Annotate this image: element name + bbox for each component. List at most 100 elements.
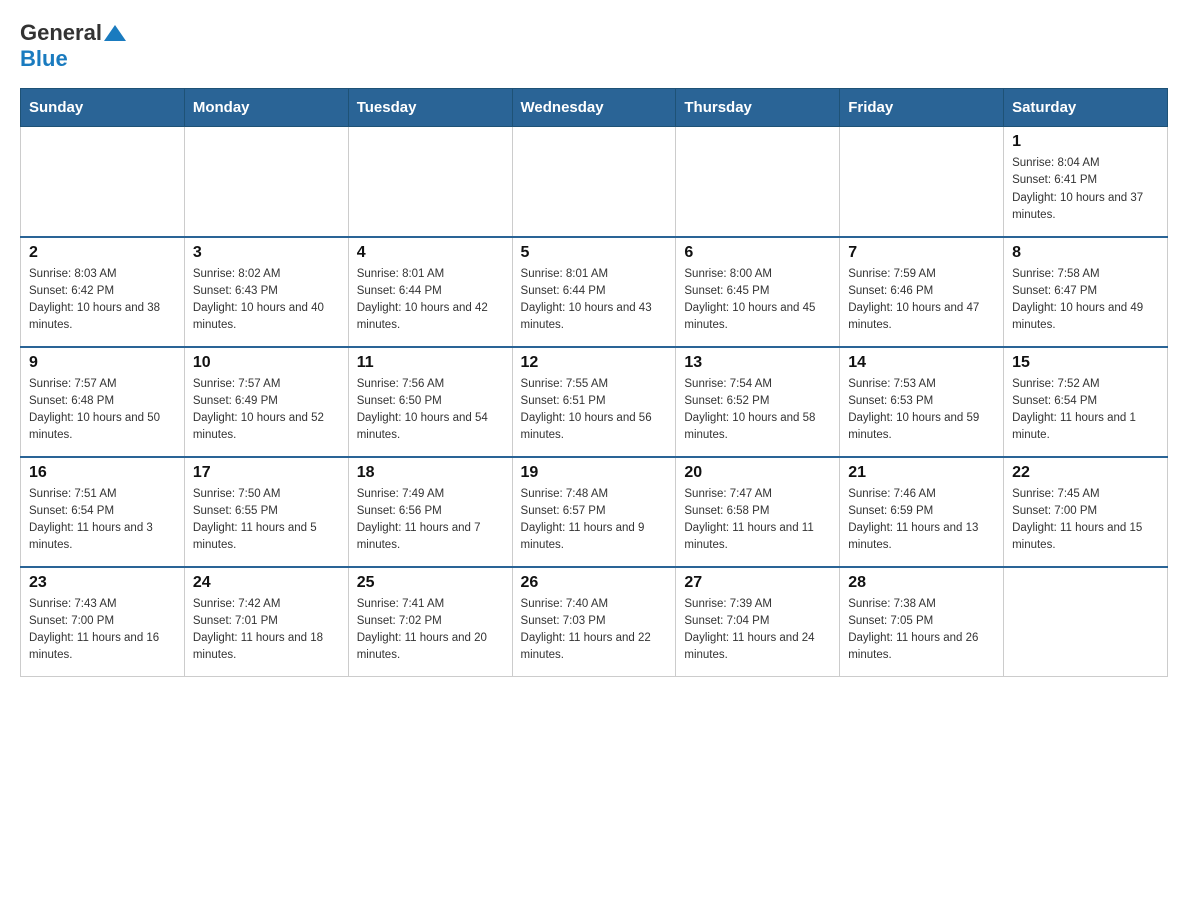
daylight-text: Daylight: 10 hours and 50 minutes.: [29, 410, 176, 445]
calendar-cell: 26Sunrise: 7:40 AMSunset: 7:03 PMDayligh…: [512, 567, 676, 677]
calendar-week-4: 16Sunrise: 7:51 AMSunset: 6:54 PMDayligh…: [21, 457, 1168, 567]
sunrise-text: Sunrise: 7:52 AM: [1012, 376, 1159, 393]
sunrise-text: Sunrise: 8:01 AM: [357, 266, 504, 283]
sunrise-text: Sunrise: 7:57 AM: [193, 376, 340, 393]
sunrise-text: Sunrise: 7:38 AM: [848, 596, 995, 613]
calendar-cell: 27Sunrise: 7:39 AMSunset: 7:04 PMDayligh…: [676, 567, 840, 677]
sunset-text: Sunset: 6:45 PM: [684, 283, 831, 300]
daylight-text: Daylight: 11 hours and 9 minutes.: [521, 520, 668, 555]
sunrise-text: Sunrise: 7:46 AM: [848, 486, 995, 503]
day-info: Sunrise: 8:04 AMSunset: 6:41 PMDaylight:…: [1012, 155, 1159, 224]
day-number: 5: [521, 244, 668, 262]
calendar-cell: 10 Sunrise: 7:57 AMSunset: 6:49 PMDayligh…: [184, 347, 348, 457]
sunrise-text: Sunrise: 7:51 AM: [29, 486, 176, 503]
day-number: 12: [521, 354, 668, 372]
day-info: Sunrise: 7:42 AMSunset: 7:01 PMDaylight:…: [193, 596, 340, 665]
calendar-cell: 18Sunrise: 7:49 AMSunset: 6:56 PMDayligh…: [348, 457, 512, 567]
daylight-text: Daylight: 11 hours and 7 minutes.: [357, 520, 504, 555]
sunrise-text: Sunrise: 7:56 AM: [357, 376, 504, 393]
daylight-text: Daylight: 10 hours and 56 minutes.: [521, 410, 668, 445]
calendar-cell: 15Sunrise: 7:52 AMSunset: 6:54 PMDayligh…: [1004, 347, 1168, 457]
calendar-cell: 19Sunrise: 7:48 AMSunset: 6:57 PMDayligh…: [512, 457, 676, 567]
sunset-text: Sunset: 7:05 PM: [848, 613, 995, 630]
day-number: 22: [1012, 464, 1159, 482]
sunset-text: Sunset: 7:01 PM: [193, 613, 340, 630]
calendar-cell: 17 Sunrise: 7:50 AMSunset: 6:55 PMDayligh…: [184, 457, 348, 567]
day-number: 24: [193, 574, 340, 592]
day-number: 16: [29, 464, 176, 482]
day-number: 8: [1012, 244, 1159, 262]
calendar-cell: 14 Sunrise: 7:53 AMSunset: 6:53 PMDayligh…: [840, 347, 1004, 457]
page-header: General Blue: [20, 20, 1168, 72]
logo-general-text: General: [20, 20, 102, 46]
sunset-text: Sunset: 6:54 PM: [29, 503, 176, 520]
daylight-text: Daylight: 10 hours and 43 minutes.: [521, 300, 668, 335]
day-info: Sunrise: 7:50 AMSunset: 6:55 PMDaylight:…: [193, 486, 340, 555]
calendar-cell: 23Sunrise: 7:43 AMSunset: 7:00 PMDayligh…: [21, 567, 185, 677]
day-info: Sunrise: 7:59 AMSunset: 6:46 PMDaylight:…: [848, 266, 995, 335]
calendar-cell: 12Sunrise: 7:55 AMSunset: 6:51 PMDayligh…: [512, 347, 676, 457]
day-number: 10: [193, 354, 340, 372]
sunset-text: Sunset: 6:50 PM: [357, 393, 504, 410]
calendar-cell: [512, 127, 676, 237]
day-info: Sunrise: 7:41 AMSunset: 7:02 PMDaylight:…: [357, 596, 504, 665]
sunrise-text: Sunrise: 7:40 AM: [521, 596, 668, 613]
sunrise-text: Sunrise: 8:02 AM: [193, 266, 340, 283]
day-number: 11: [357, 354, 504, 372]
daylight-text: Daylight: 10 hours and 40 minutes.: [193, 300, 340, 335]
sunset-text: Sunset: 6:43 PM: [193, 283, 340, 300]
sunrise-text: Sunrise: 7:39 AM: [684, 596, 831, 613]
sunrise-text: Sunrise: 7:54 AM: [684, 376, 831, 393]
calendar-cell: 8Sunrise: 7:58 AMSunset: 6:47 PMDaylight…: [1004, 237, 1168, 347]
daylight-text: Daylight: 10 hours and 38 minutes.: [29, 300, 176, 335]
sunset-text: Sunset: 6:44 PM: [357, 283, 504, 300]
daylight-text: Daylight: 11 hours and 16 minutes.: [29, 630, 176, 665]
day-info: Sunrise: 7:49 AMSunset: 6:56 PMDaylight:…: [357, 486, 504, 555]
sunrise-text: Sunrise: 7:50 AM: [193, 486, 340, 503]
day-number: 17: [193, 464, 340, 482]
daylight-text: Daylight: 11 hours and 11 minutes.: [684, 520, 831, 555]
calendar-cell: 13Sunrise: 7:54 AMSunset: 6:52 PMDayligh…: [676, 347, 840, 457]
weekday-header-tuesday: Tuesday: [348, 89, 512, 127]
logo-flag-icon: [104, 23, 126, 45]
day-info: Sunrise: 7:48 AMSunset: 6:57 PMDaylight:…: [521, 486, 668, 555]
day-info: Sunrise: 8:01 AMSunset: 6:44 PMDaylight:…: [521, 266, 668, 335]
sunset-text: Sunset: 6:42 PM: [29, 283, 176, 300]
sunset-text: Sunset: 6:44 PM: [521, 283, 668, 300]
day-number: 4: [357, 244, 504, 262]
day-info: Sunrise: 7:53 AMSunset: 6:53 PMDaylight:…: [848, 376, 995, 445]
sunset-text: Sunset: 6:57 PM: [521, 503, 668, 520]
calendar-cell: 11 Sunrise: 7:56 AMSunset: 6:50 PMDayligh…: [348, 347, 512, 457]
weekday-header-friday: Friday: [840, 89, 1004, 127]
sunrise-text: Sunrise: 8:01 AM: [521, 266, 668, 283]
calendar-cell: 22Sunrise: 7:45 AMSunset: 7:00 PMDayligh…: [1004, 457, 1168, 567]
day-info: Sunrise: 8:00 AMSunset: 6:45 PMDaylight:…: [684, 266, 831, 335]
day-info: Sunrise: 7:39 AMSunset: 7:04 PMDaylight:…: [684, 596, 831, 665]
logo: General Blue: [20, 20, 126, 72]
calendar-cell: 3Sunrise: 8:02 AMSunset: 6:43 PMDaylight…: [184, 237, 348, 347]
daylight-text: Daylight: 11 hours and 15 minutes.: [1012, 520, 1159, 555]
day-info: Sunrise: 7:57 AMSunset: 6:49 PMDaylight:…: [193, 376, 340, 445]
sunrise-text: Sunrise: 7:53 AM: [848, 376, 995, 393]
calendar-cell: 21Sunrise: 7:46 AMSunset: 6:59 PMDayligh…: [840, 457, 1004, 567]
calendar-cell: [21, 127, 185, 237]
weekday-header-sunday: Sunday: [21, 89, 185, 127]
calendar-week-2: 2Sunrise: 8:03 AMSunset: 6:42 PMDaylight…: [21, 237, 1168, 347]
sunset-text: Sunset: 7:00 PM: [29, 613, 176, 630]
daylight-text: Daylight: 11 hours and 26 minutes.: [848, 630, 995, 665]
calendar-cell: [840, 127, 1004, 237]
day-info: Sunrise: 7:56 AMSunset: 6:50 PMDaylight:…: [357, 376, 504, 445]
calendar-cell: 4Sunrise: 8:01 AMSunset: 6:44 PMDaylight…: [348, 237, 512, 347]
day-number: 25: [357, 574, 504, 592]
day-info: Sunrise: 8:02 AMSunset: 6:43 PMDaylight:…: [193, 266, 340, 335]
sunrise-text: Sunrise: 8:00 AM: [684, 266, 831, 283]
sunset-text: Sunset: 7:04 PM: [684, 613, 831, 630]
day-number: 14: [848, 354, 995, 372]
sunset-text: Sunset: 6:52 PM: [684, 393, 831, 410]
sunrise-text: Sunrise: 8:04 AM: [1012, 155, 1159, 172]
daylight-text: Daylight: 11 hours and 24 minutes.: [684, 630, 831, 665]
sunset-text: Sunset: 6:58 PM: [684, 503, 831, 520]
day-info: Sunrise: 7:52 AMSunset: 6:54 PMDaylight:…: [1012, 376, 1159, 445]
daylight-text: Daylight: 11 hours and 3 minutes.: [29, 520, 176, 555]
calendar-cell: 2Sunrise: 8:03 AMSunset: 6:42 PMDaylight…: [21, 237, 185, 347]
